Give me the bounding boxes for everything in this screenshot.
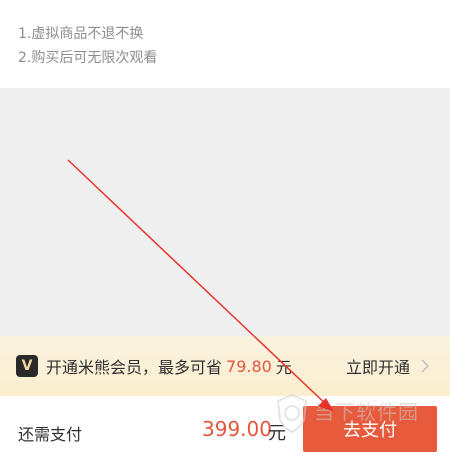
go-pay-button[interactable]: 去支付 [303,406,437,452]
member-savings-unit: 元 [275,358,292,377]
member-promo-text: 开通米熊会员，最多可省 [46,358,223,377]
note-no-refund: 1.虚拟商品不退不换 [18,26,144,42]
amount-due-value: 399.00 [202,417,272,441]
open-membership-label: 立即开通 [346,358,411,377]
payment-bar: 还需支付 399.00 元 去支付 [0,396,450,461]
vip-badge-icon: V [16,355,38,377]
content-placeholder-area [0,88,450,336]
amount-due-label: 还需支付 [18,425,83,444]
member-savings-amount: 79.80 [226,356,272,376]
open-membership-link[interactable]: 立即开通 [346,336,430,396]
note-unlimited-viewing: 2.购买后可无限次观看 [18,50,158,66]
chevron-right-icon [421,359,430,373]
amount-due-unit: 元 [268,423,286,444]
purchase-notes: 1.虚拟商品不退不换 2.购买后可无限次观看 [0,0,450,88]
member-promo-banner[interactable]: V 开通米熊会员，最多可省 79.80 元 立即开通 [0,336,450,396]
